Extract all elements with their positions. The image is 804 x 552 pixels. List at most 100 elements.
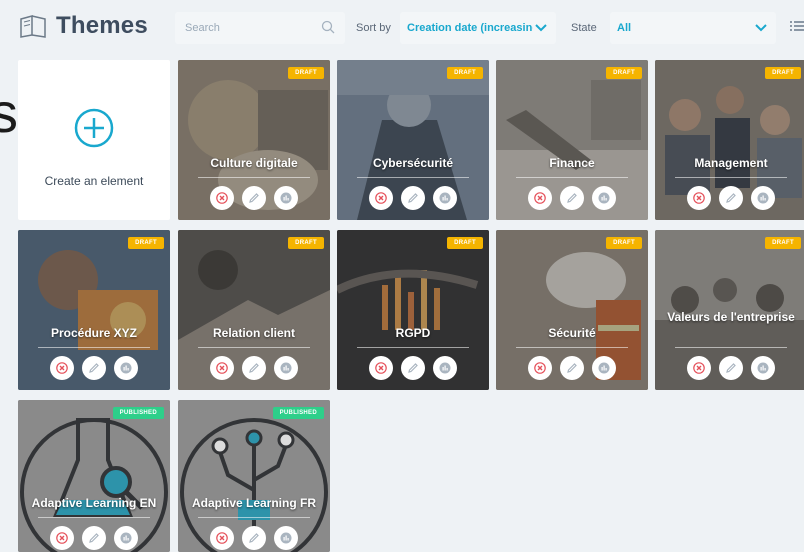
theme-card-finance[interactable]: DRAFT Finance xyxy=(496,60,648,220)
stats-icon xyxy=(757,192,769,204)
sort-select[interactable]: Creation date (increasing xyxy=(400,12,556,44)
search-box[interactable] xyxy=(175,12,345,44)
edit-icon xyxy=(726,193,736,203)
stats-button[interactable] xyxy=(751,186,775,210)
edit-button[interactable] xyxy=(82,356,106,380)
edit-button[interactable] xyxy=(719,186,743,210)
search-icon[interactable] xyxy=(321,20,335,34)
stats-icon xyxy=(757,362,769,374)
chevron-down-icon[interactable] xyxy=(755,24,767,32)
edit-button[interactable] xyxy=(242,186,266,210)
delete-icon xyxy=(693,362,705,374)
delete-icon xyxy=(56,532,68,544)
delete-button[interactable] xyxy=(210,186,234,210)
stats-button[interactable] xyxy=(751,356,775,380)
stats-button[interactable] xyxy=(592,186,616,210)
theme-card-adaptive-learning-fr[interactable]: PUBLISHED Adaptive Learning FR xyxy=(178,400,330,552)
card-title: Relation client xyxy=(212,326,295,340)
top-bar: Themes Sort by Creation date (increasing… xyxy=(0,0,804,56)
delete-icon xyxy=(216,192,228,204)
edit-button[interactable] xyxy=(242,356,266,380)
card-title: Adaptive Learning EN xyxy=(31,496,157,510)
card-actions xyxy=(496,356,648,380)
divider xyxy=(516,347,628,348)
delete-icon xyxy=(375,362,387,374)
card-title: Management xyxy=(694,156,768,170)
stats-icon xyxy=(439,192,451,204)
theme-card-cybersecurite[interactable]: DRAFT Cybersécurité xyxy=(337,60,489,220)
stats-button[interactable] xyxy=(274,526,298,550)
edit-button[interactable] xyxy=(242,526,266,550)
edit-icon xyxy=(249,193,259,203)
stats-button[interactable] xyxy=(592,356,616,380)
theme-card-procedure-xyz[interactable]: DRAFT Procédure XYZ xyxy=(18,230,170,390)
delete-icon xyxy=(693,192,705,204)
theme-card-adaptive-learning-en[interactable]: PUBLISHED Adaptive Learning EN xyxy=(18,400,170,552)
edit-icon xyxy=(567,363,577,373)
state-value: All xyxy=(617,22,632,34)
status-badge: DRAFT xyxy=(606,237,642,249)
list-view-icon[interactable] xyxy=(788,18,804,34)
divider xyxy=(675,177,787,178)
divider xyxy=(198,517,310,518)
stats-button[interactable] xyxy=(433,186,457,210)
theme-card-securite[interactable]: DRAFT Sécurité xyxy=(496,230,648,390)
card-actions xyxy=(655,186,804,210)
edit-button[interactable] xyxy=(401,186,425,210)
status-badge: DRAFT xyxy=(447,67,483,79)
edit-button[interactable] xyxy=(719,356,743,380)
theme-card-culture-digitale[interactable]: DRAFT Culture digitale xyxy=(178,60,330,220)
delete-button[interactable] xyxy=(687,186,711,210)
chevron-down-icon[interactable] xyxy=(535,24,547,32)
divider xyxy=(516,177,628,178)
stats-icon xyxy=(280,192,292,204)
card-title: Culture digitale xyxy=(210,156,298,170)
divider xyxy=(198,347,310,348)
state-label: State xyxy=(571,22,597,34)
delete-button[interactable] xyxy=(50,356,74,380)
delete-button[interactable] xyxy=(369,186,393,210)
divider xyxy=(675,347,787,348)
divider xyxy=(38,347,150,348)
edit-button[interactable] xyxy=(82,526,106,550)
delete-button[interactable] xyxy=(210,526,234,550)
card-actions xyxy=(178,356,330,380)
delete-button[interactable] xyxy=(687,356,711,380)
edit-icon xyxy=(408,363,418,373)
page-title: Themes xyxy=(56,12,148,39)
state-select[interactable]: All xyxy=(610,12,776,44)
edit-button[interactable] xyxy=(401,356,425,380)
theme-card-rgpd[interactable]: DRAFT RGPD xyxy=(337,230,489,390)
stats-icon xyxy=(439,362,451,374)
delete-button[interactable] xyxy=(528,356,552,380)
search-input[interactable] xyxy=(183,21,317,35)
theme-card-valeurs-entreprise[interactable]: DRAFT Valeurs de l'entreprise xyxy=(655,230,804,390)
theme-card-relation-client[interactable]: DRAFT Relation client xyxy=(178,230,330,390)
divider xyxy=(357,177,469,178)
stats-button[interactable] xyxy=(114,526,138,550)
plus-circle-icon[interactable] xyxy=(73,107,115,149)
status-badge: PUBLISHED xyxy=(272,407,324,419)
status-badge: DRAFT xyxy=(765,67,801,79)
stats-button[interactable] xyxy=(274,356,298,380)
delete-button[interactable] xyxy=(50,526,74,550)
edit-icon xyxy=(249,533,259,543)
card-title: Sécurité xyxy=(548,326,596,340)
edit-button[interactable] xyxy=(560,356,584,380)
delete-button[interactable] xyxy=(369,356,393,380)
stats-button[interactable] xyxy=(274,186,298,210)
status-badge: DRAFT xyxy=(765,237,801,249)
card-title: Cybersécurité xyxy=(372,156,454,170)
stats-button[interactable] xyxy=(114,356,138,380)
stats-button[interactable] xyxy=(433,356,457,380)
divider xyxy=(357,347,469,348)
delete-button[interactable] xyxy=(210,356,234,380)
card-actions xyxy=(18,356,170,380)
theme-card-management[interactable]: DRAFT Management xyxy=(655,60,804,220)
delete-button[interactable] xyxy=(528,186,552,210)
card-actions xyxy=(655,356,804,380)
delete-icon xyxy=(216,362,228,374)
create-element-card[interactable]: Create an element xyxy=(18,60,170,220)
card-actions xyxy=(337,356,489,380)
edit-button[interactable] xyxy=(560,186,584,210)
